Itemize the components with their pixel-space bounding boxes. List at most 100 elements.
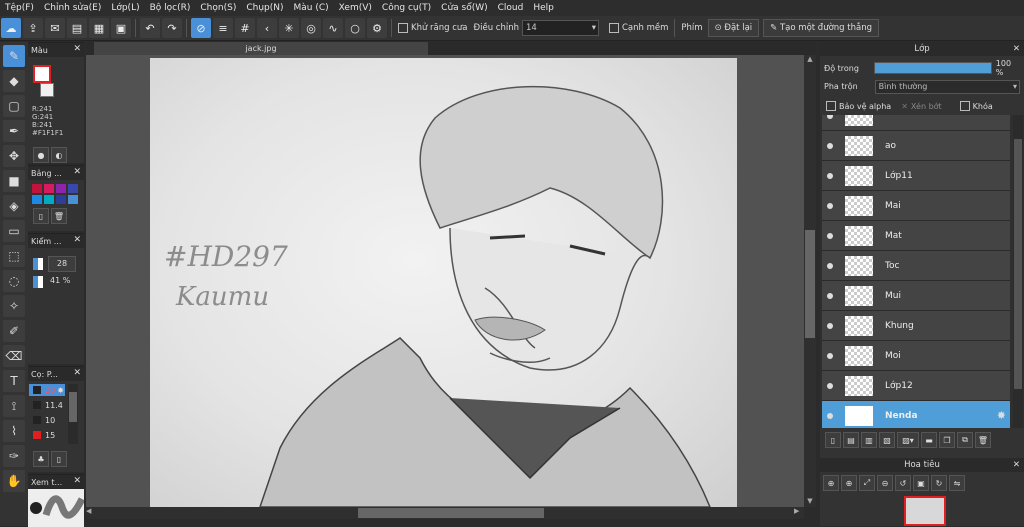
eye-icon[interactable] [827, 382, 833, 389]
magic-wand-tool-icon[interactable]: ✧ [3, 295, 25, 317]
foreground-color-swatch[interactable] [33, 65, 51, 83]
close-icon[interactable]: ✕ [73, 235, 81, 245]
fill-tool-icon[interactable]: ◈ [3, 195, 25, 217]
eyedropper-tool-icon[interactable]: ⌇ [3, 420, 25, 442]
menu-select[interactable]: Chọn(S) [195, 3, 241, 13]
horizontal-scroll-thumb[interactable] [358, 508, 544, 518]
menu-help[interactable]: Help [528, 3, 559, 13]
navigator-thumbnail[interactable] [904, 496, 946, 526]
eye-icon[interactable] [827, 172, 833, 179]
color-swatch[interactable] [68, 195, 78, 204]
horizontal-scrollbar[interactable]: ◀ ▶ [86, 507, 804, 519]
menu-file[interactable]: Tệp(F) [0, 3, 39, 13]
trash-icon[interactable]: 🗑 [51, 208, 67, 224]
new-8bit-layer-icon[interactable]: ▥ [861, 432, 877, 448]
menu-tools[interactable]: Công cụ(T) [377, 3, 436, 13]
snap-off-icon[interactable]: ⊘ [191, 18, 211, 38]
lock-checkbox[interactable] [959, 101, 970, 111]
layer-row-partial[interactable] [822, 115, 1010, 131]
eye-icon[interactable] [827, 292, 833, 299]
brush-settings-icon[interactable]: ♣ [33, 451, 49, 467]
redo-icon[interactable]: ↷ [162, 18, 182, 38]
undo-icon[interactable]: ↶ [140, 18, 160, 38]
circle-snap-icon[interactable]: ○ [345, 18, 365, 38]
scroll-right-icon[interactable]: ▶ [794, 507, 804, 519]
move-tool-icon[interactable]: ✥ [3, 145, 25, 167]
layer-row[interactable]: Moi [822, 341, 1010, 371]
color-swatch[interactable] [56, 195, 66, 204]
parallel-snap-icon[interactable]: ≡ [213, 18, 233, 38]
folder-icon[interactable]: ▬ [921, 432, 937, 448]
color-swatch[interactable] [68, 184, 78, 193]
scroll-left-icon[interactable]: ◀ [86, 507, 96, 519]
layer-row[interactable]: Lớp12 [822, 371, 1010, 401]
new-1bit-layer-icon[interactable]: ▧ [879, 432, 895, 448]
color-mode-icon[interactable]: ◐ [51, 147, 67, 163]
duplicate-layer-icon[interactable]: ❐ [939, 432, 955, 448]
new-document-icon[interactable]: ▤ [67, 18, 87, 38]
rotate-left-icon[interactable]: ↺ [895, 475, 911, 491]
grid-icon[interactable]: ▦ [89, 18, 109, 38]
layer-row[interactable]: Mat [822, 221, 1010, 251]
new-brush-icon[interactable]: ▯ [51, 451, 67, 467]
select-brush-tool-icon[interactable]: ✐ [3, 320, 25, 342]
straight-line-button[interactable]: ✎ Tạo một đường thẳng [763, 19, 879, 37]
color-swatch[interactable] [32, 195, 42, 204]
brush-tool-icon[interactable]: ✎ [3, 45, 25, 67]
layer-row[interactable]: Lớp11 [822, 161, 1010, 191]
curve-snap-icon[interactable]: ∿ [323, 18, 343, 38]
select-pen-tool-icon[interactable]: ✒ [3, 120, 25, 142]
zoom-in-icon[interactable]: ⊕ [823, 475, 839, 491]
zoom-in-alt-icon[interactable]: ⊕ [841, 475, 857, 491]
eye-icon[interactable] [827, 412, 833, 419]
brush-size-row[interactable]: 15 [29, 429, 65, 441]
color-wheel-icon[interactable]: ● [33, 147, 49, 163]
layer-list-scrollbar[interactable] [1013, 115, 1023, 428]
new-palette-icon[interactable]: ▯ [33, 208, 49, 224]
cloud-icon[interactable]: ☁ [1, 18, 21, 38]
background-color-swatch[interactable] [40, 83, 54, 97]
canvas-area[interactable]: #HD297 Kaumu [86, 55, 804, 507]
vertical-scrollbar[interactable]: ▲ ▼ [804, 55, 816, 507]
vertical-scroll-thumb[interactable] [805, 230, 815, 338]
fit-window-icon[interactable]: ⤢ [859, 475, 875, 491]
protect-alpha-checkbox[interactable] [826, 101, 836, 111]
text-tool-icon[interactable]: T [3, 370, 25, 392]
close-icon[interactable]: ✕ [73, 476, 81, 486]
menu-view[interactable]: Xem(V) [334, 3, 377, 13]
eye-icon[interactable] [827, 352, 833, 359]
layer-row[interactable]: Toc [822, 251, 1010, 281]
menu-layer[interactable]: Lớp(L) [106, 3, 144, 13]
concentric-snap-icon[interactable]: ◎ [301, 18, 321, 38]
chat-icon[interactable]: ✉ [45, 18, 65, 38]
lasso-tool-icon[interactable]: ◌ [3, 270, 25, 292]
soft-edge-checkbox[interactable] [608, 23, 619, 33]
flip-horizontal-icon[interactable]: ⇋ [949, 475, 965, 491]
eraser-tool-icon[interactable]: ◆ [3, 70, 25, 92]
divide-tool-icon[interactable]: ⟟ [3, 395, 25, 417]
save-icon[interactable]: ▣ [111, 18, 131, 38]
shape-tool-icon[interactable]: ■ [3, 170, 25, 192]
menu-filter[interactable]: Bộ lọc(R) [145, 3, 196, 13]
settings-icon[interactable]: ⚙ [367, 18, 387, 38]
brush-size-row[interactable]: 10 [29, 414, 65, 426]
brush-scrollbar[interactable] [68, 384, 78, 444]
layer-row[interactable]: Khung [822, 311, 1010, 341]
scroll-up-icon[interactable]: ▲ [804, 55, 816, 65]
adjust-select[interactable]: 14 ▾ [521, 20, 599, 36]
brush-size-row[interactable]: 20 ✸ [29, 384, 65, 396]
document-tab[interactable]: jack.jpg [94, 42, 428, 55]
hand-tool-icon[interactable]: ✋ [3, 470, 25, 492]
layer-row[interactable]: ao [822, 131, 1010, 161]
color-swatch[interactable] [32, 184, 42, 193]
layer-row[interactable]: Mui [822, 281, 1010, 311]
color-swatch[interactable] [56, 184, 66, 193]
close-icon[interactable]: ✕ [73, 44, 81, 54]
brush-scroll-thumb[interactable] [69, 392, 77, 422]
reset-button[interactable]: ⊙ Đặt lại [707, 19, 760, 37]
rotate-right-icon[interactable]: ↻ [931, 475, 947, 491]
close-icon[interactable]: ✕ [73, 368, 81, 378]
add-layer-menu-icon[interactable]: ▨▾ [897, 432, 919, 448]
eye-icon[interactable] [827, 232, 833, 239]
menu-window[interactable]: Cửa sổ(W) [436, 3, 492, 13]
